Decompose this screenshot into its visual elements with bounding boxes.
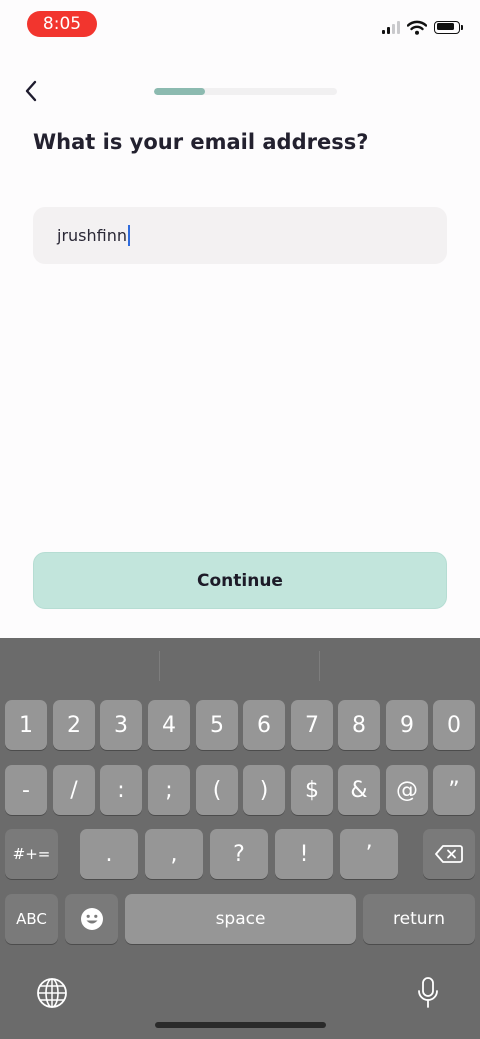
key-comma[interactable]: , bbox=[145, 829, 203, 879]
emoji-key[interactable] bbox=[65, 894, 118, 944]
dictation-button[interactable] bbox=[410, 973, 446, 1013]
continue-button[interactable]: Continue bbox=[33, 552, 447, 609]
key-7[interactable]: 7 bbox=[291, 700, 333, 750]
key-exclamation[interactable]: ! bbox=[275, 829, 333, 879]
abc-key[interactable]: ABC bbox=[5, 894, 58, 944]
status-time: 8:05 bbox=[27, 11, 97, 37]
space-key[interactable]: space bbox=[125, 894, 356, 944]
home-indicator[interactable] bbox=[155, 1022, 326, 1028]
key-at[interactable]: @ bbox=[386, 765, 428, 815]
key-9[interactable]: 9 bbox=[386, 700, 428, 750]
return-key[interactable]: return bbox=[363, 894, 475, 944]
key-slash[interactable]: / bbox=[53, 765, 95, 815]
key-dollar[interactable]: $ bbox=[291, 765, 333, 815]
battery-icon bbox=[434, 20, 463, 34]
progress-bar bbox=[154, 88, 337, 95]
symbols-shift-key[interactable]: #+= bbox=[5, 829, 58, 879]
email-value: jrushfinn bbox=[57, 226, 127, 245]
key-4[interactable]: 4 bbox=[148, 700, 190, 750]
key-0[interactable]: 0 bbox=[433, 700, 475, 750]
text-caret bbox=[128, 225, 130, 246]
key-2[interactable]: 2 bbox=[53, 700, 95, 750]
key-quote[interactable]: ” bbox=[433, 765, 475, 815]
key-8[interactable]: 8 bbox=[338, 700, 380, 750]
page-title: What is your email address? bbox=[33, 130, 369, 154]
globe-icon bbox=[37, 978, 67, 1008]
suggestion-divider bbox=[159, 651, 160, 681]
keyboard: 1 2 3 4 5 6 7 8 9 0 - / : ; ( ) $ & @ ” … bbox=[0, 638, 480, 1039]
back-button[interactable] bbox=[18, 78, 44, 104]
status-icons bbox=[382, 19, 463, 35]
key-question[interactable]: ? bbox=[210, 829, 268, 879]
emoji-icon bbox=[80, 908, 103, 930]
key-hyphen[interactable]: - bbox=[5, 765, 47, 815]
microphone-icon bbox=[418, 977, 438, 1008]
key-5[interactable]: 5 bbox=[196, 700, 238, 750]
key-ampersand[interactable]: & bbox=[338, 765, 380, 815]
key-1[interactable]: 1 bbox=[5, 700, 47, 750]
wifi-icon bbox=[407, 20, 427, 35]
signal-icon bbox=[382, 20, 400, 34]
key-apostrophe[interactable]: ’ bbox=[340, 829, 398, 879]
key-period[interactable]: . bbox=[80, 829, 138, 879]
key-3[interactable]: 3 bbox=[100, 700, 142, 750]
key-6[interactable]: 6 bbox=[243, 700, 285, 750]
key-close-paren[interactable]: ) bbox=[243, 765, 285, 815]
key-open-paren[interactable]: ( bbox=[196, 765, 238, 815]
email-field[interactable]: jrushfinn bbox=[33, 207, 447, 264]
delete-key[interactable] bbox=[423, 829, 475, 879]
back-chevron-icon bbox=[25, 80, 37, 102]
suggestion-divider bbox=[319, 651, 320, 681]
delete-icon bbox=[435, 845, 463, 863]
key-colon[interactable]: : bbox=[100, 765, 142, 815]
globe-button[interactable] bbox=[34, 975, 70, 1011]
progress-fill bbox=[154, 88, 206, 95]
key-semicolon[interactable]: ; bbox=[148, 765, 190, 815]
